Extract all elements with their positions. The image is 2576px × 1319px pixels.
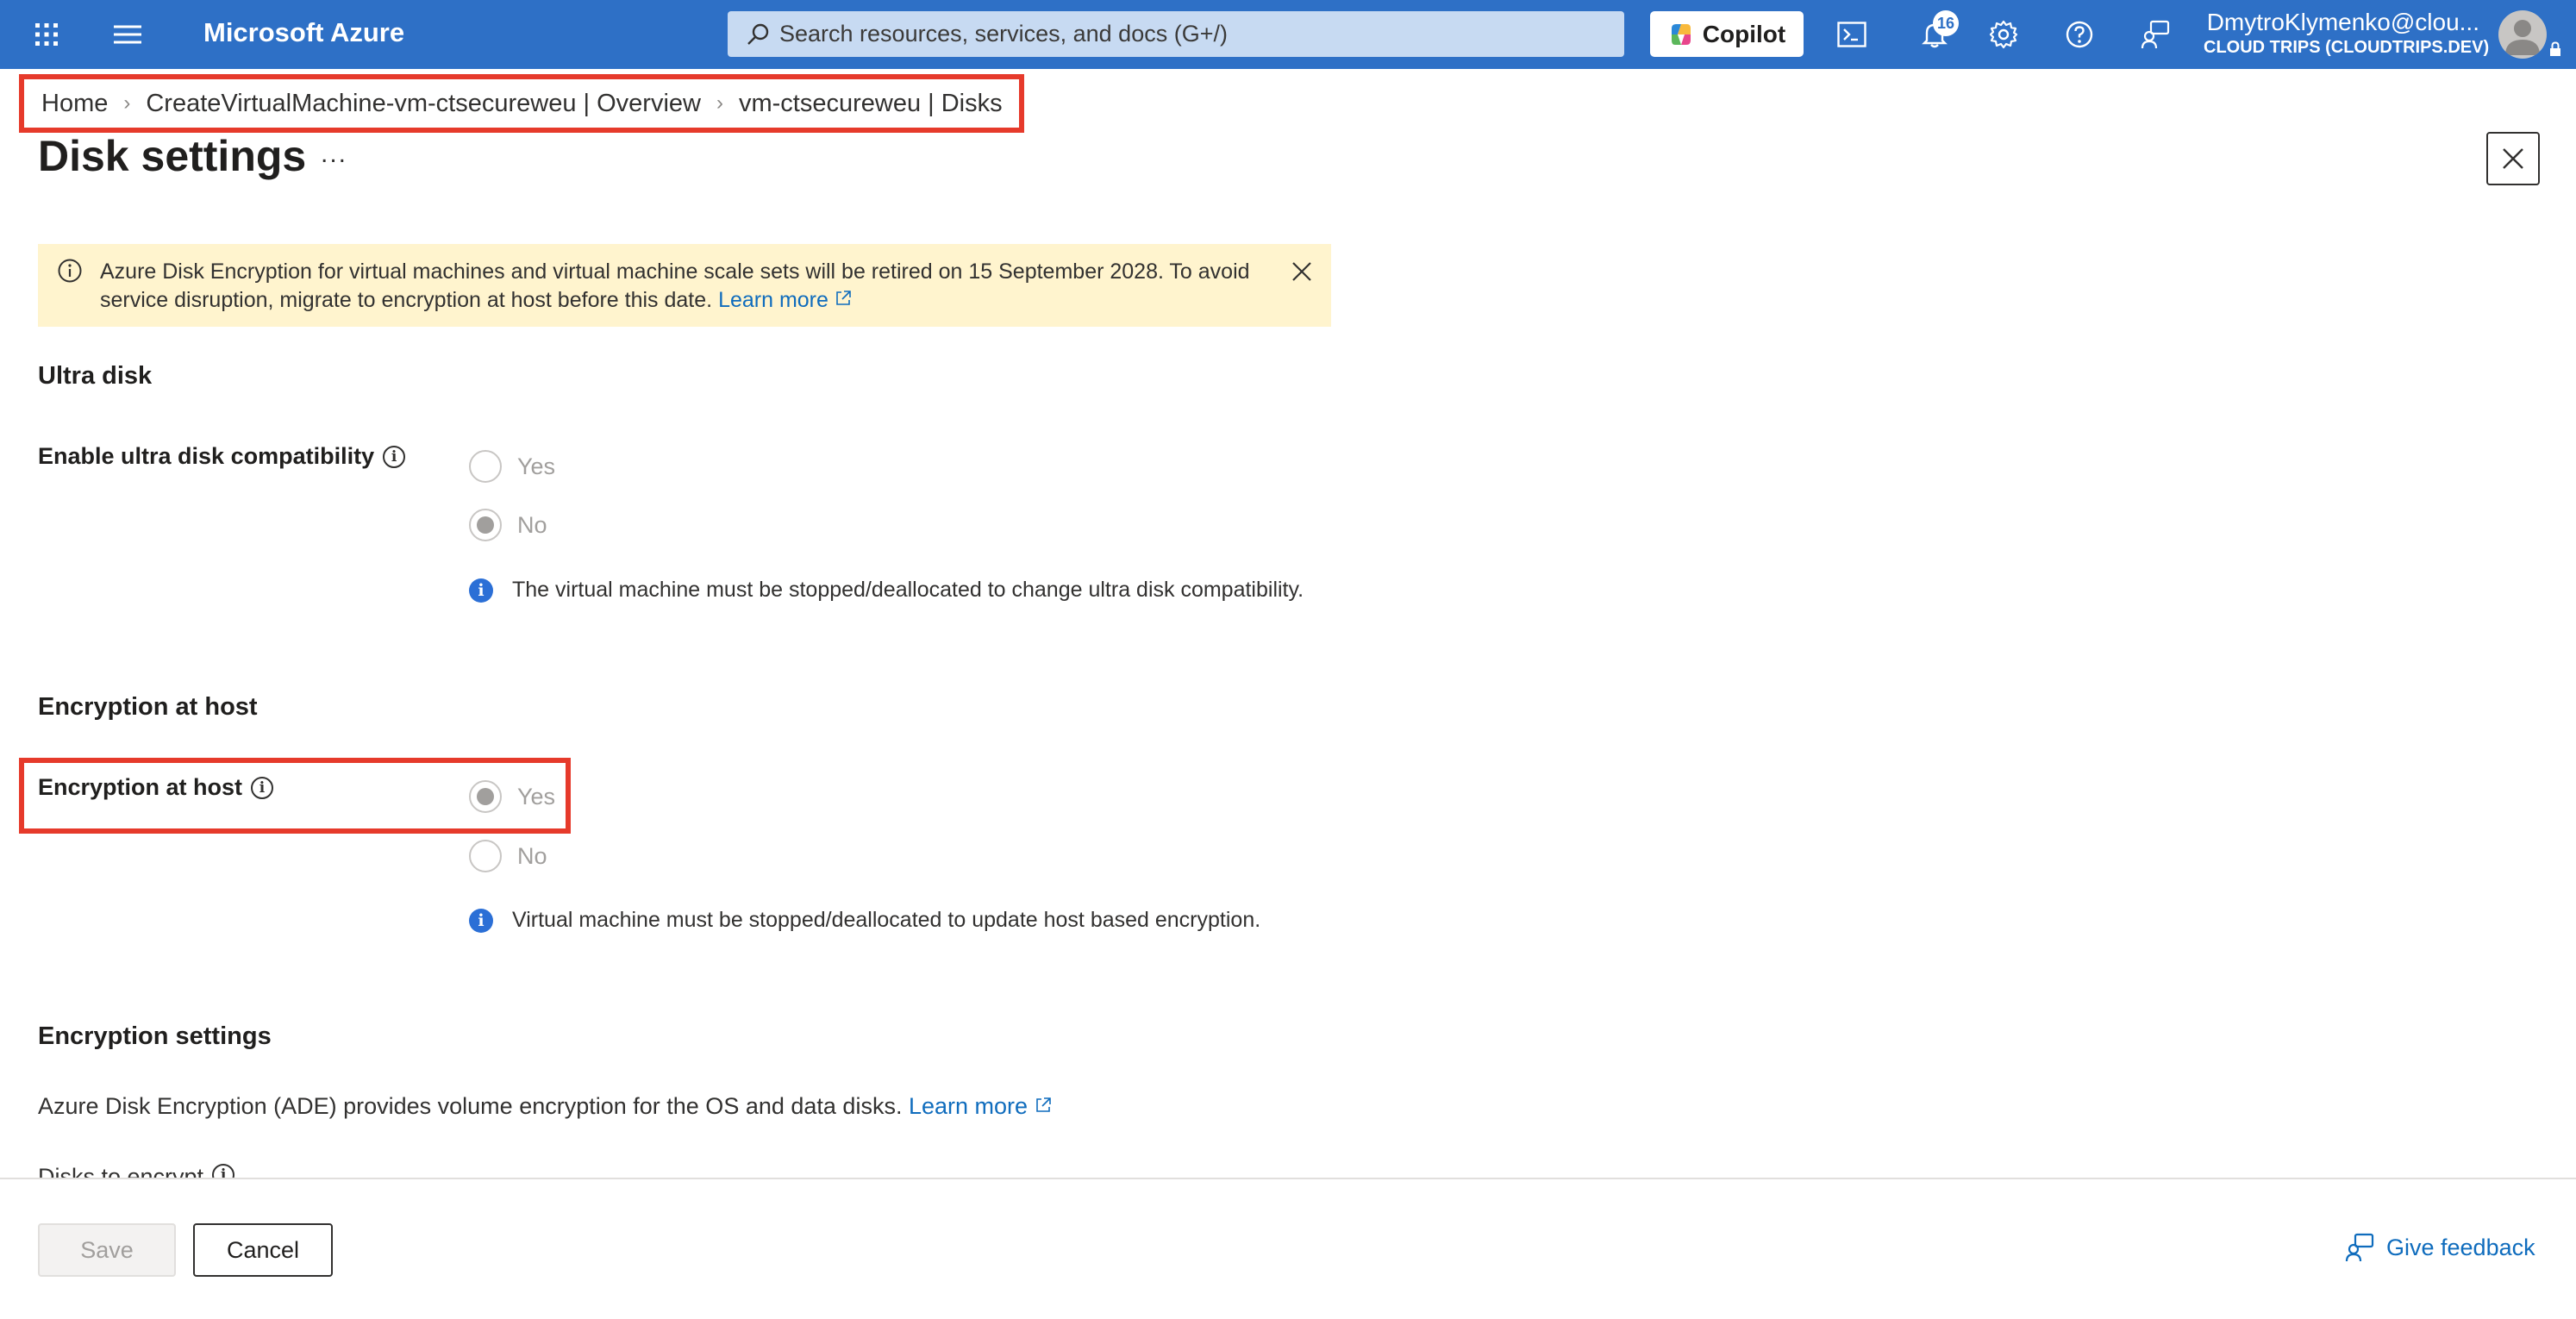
banner-learn-more-label: Learn more [718, 288, 828, 312]
search-icon [747, 23, 769, 45]
encryption-at-host-radio-yes[interactable]: Yes [469, 780, 555, 813]
page-title: Disk settings [38, 132, 307, 180]
info-filled-icon: i [469, 578, 493, 603]
global-search[interactable] [728, 11, 1624, 57]
account-info[interactable]: DmytroKlymenko@clou... CLOUD TRIPS (CLOU… [2204, 9, 2490, 58]
external-link-icon [836, 291, 851, 305]
banner-message: Azure Disk Encryption for virtual machin… [100, 258, 1290, 315]
info-icon [58, 259, 82, 283]
more-options-button[interactable]: ... [321, 140, 347, 169]
info-tooltip-icon[interactable]: i [383, 445, 406, 468]
give-feedback-label: Give feedback [2386, 1234, 2535, 1260]
radio-circle [469, 840, 502, 872]
radio-circle [469, 509, 502, 541]
close-button[interactable] [2486, 132, 2540, 185]
settings-gear-icon[interactable] [1981, 12, 2026, 57]
feedback-person-icon [2345, 1233, 2374, 1262]
ultra-disk-radio-no[interactable]: No [469, 509, 547, 541]
encryption-at-host-heading: Encryption at host [38, 693, 258, 721]
banner-text: Azure Disk Encryption for virtual machin… [100, 259, 1250, 312]
breadcrumb: Home › CreateVirtualMachine-vm-ctsecurew… [19, 74, 1024, 133]
account-name: DmytroKlymenko@clou... [2206, 9, 2479, 35]
ade-description-text: Azure Disk Encryption (ADE) provides vol… [38, 1093, 903, 1119]
action-footer: Save Cancel Give feedback [0, 1178, 2576, 1319]
encryption-settings-heading: Encryption settings [38, 1022, 272, 1050]
ultra-disk-heading: Ultra disk [38, 362, 153, 390]
cancel-button[interactable]: Cancel [193, 1223, 333, 1277]
ultra-disk-label: Enable ultra disk compatibility [38, 443, 375, 469]
ultra-disk-note-text: The virtual machine must be stopped/deal… [512, 578, 1304, 602]
radio-selected-dot [477, 516, 494, 534]
ultra-disk-note: i The virtual machine must be stopped/de… [469, 578, 1304, 603]
info-filled-icon: i [469, 908, 493, 933]
search-input[interactable] [779, 11, 1607, 57]
notification-count-badge: 16 [1933, 10, 1959, 36]
avatar[interactable] [2498, 10, 2547, 59]
ade-learn-more-label: Learn more [908, 1093, 1029, 1119]
retirement-warning-banner: Azure Disk Encryption for virtual machin… [38, 244, 1331, 327]
top-navigation-bar: Microsoft Azure Copilot 16 DmytroKlymenk… [0, 0, 2576, 69]
dismiss-banner-icon[interactable] [1290, 259, 1314, 284]
close-icon [2503, 148, 2523, 169]
ade-learn-more-link[interactable]: Learn more [909, 1093, 1052, 1119]
encryption-at-host-radio-no[interactable]: No [469, 840, 547, 872]
lock-icon [2550, 41, 2560, 56]
radio-label: Yes [517, 783, 556, 810]
radio-circle [469, 450, 502, 483]
portal-menu-icon[interactable] [24, 12, 69, 57]
chevron-right-icon: › [123, 91, 131, 115]
encryption-at-host-label: Encryption at host [38, 774, 243, 800]
breadcrumb-home[interactable]: Home [41, 90, 108, 118]
copilot-icon [1671, 23, 1691, 45]
radio-label: No [517, 511, 547, 538]
save-button[interactable]: Save [38, 1223, 176, 1277]
ultra-disk-radio-yes[interactable]: Yes [469, 450, 555, 483]
breadcrumb-vm-disks[interactable]: vm-ctsecureweu | Disks [739, 90, 1003, 118]
radio-selected-dot [477, 788, 494, 805]
give-feedback-link[interactable]: Give feedback [2345, 1233, 2535, 1262]
feedback-person-icon[interactable] [2133, 12, 2178, 57]
cloud-shell-icon[interactable] [1829, 12, 1874, 57]
radio-label: No [517, 842, 547, 869]
info-tooltip-icon[interactable]: i [251, 776, 274, 799]
radio-label: Yes [517, 453, 556, 479]
notifications-bell-icon[interactable]: 16 [1912, 10, 1959, 57]
brand-title[interactable]: Microsoft Azure [203, 17, 404, 48]
encryption-settings-description: Azure Disk Encryption (ADE) provides vol… [38, 1093, 1052, 1120]
help-question-icon[interactable] [2057, 12, 2102, 57]
encryption-at-host-note-text: Virtual machine must be stopped/dealloca… [512, 908, 1261, 932]
hamburger-menu-icon[interactable] [105, 12, 150, 57]
external-link-icon [1035, 1097, 1051, 1112]
copilot-button[interactable]: Copilot [1650, 11, 1804, 57]
encryption-at-host-field-label: Encryption at host i [38, 774, 274, 801]
ultra-disk-field-label: Enable ultra disk compatibility i [38, 443, 406, 470]
account-org: CLOUD TRIPS (CLOUDTRIPS.DEV) [2204, 38, 2490, 57]
chevron-right-icon: › [716, 91, 723, 115]
banner-learn-more-link[interactable]: Learn more [718, 288, 852, 312]
copilot-label: Copilot [1702, 20, 1786, 47]
breadcrumb-vm-overview[interactable]: CreateVirtualMachine-vm-ctsecureweu | Ov… [146, 90, 701, 118]
radio-circle [469, 780, 502, 813]
encryption-at-host-note: i Virtual machine must be stopped/deallo… [469, 908, 1260, 933]
